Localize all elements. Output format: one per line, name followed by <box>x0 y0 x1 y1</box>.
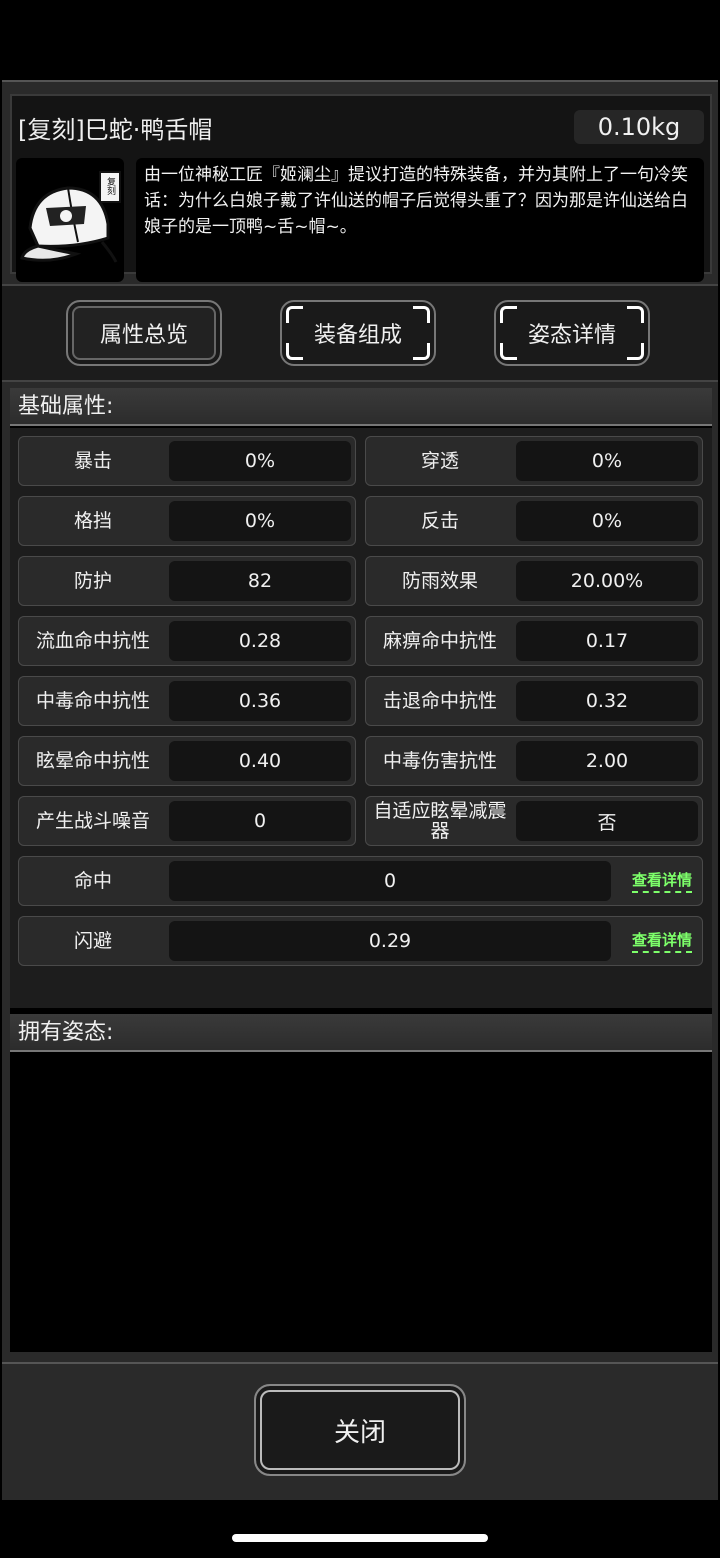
item-title: [复刻]巳蛇·鸭舌帽 <box>18 116 213 144</box>
stat-cell-poison-damage-resist: 中毒伤害抗性 2.00 <box>365 736 703 786</box>
stats-grid: 暴击 0% 穿透 0% 格挡 0% 反击 0% 防护 82 防雨效果 20.00… <box>10 428 712 1008</box>
stat-cell-stun-resist: 眩晕命中抗性 0.40 <box>18 736 356 786</box>
stances-list <box>10 1054 712 1352</box>
tab-attribute-overview[interactable]: 属性总览 <box>66 300 222 366</box>
view-details-link-dodge[interactable]: 查看详情 <box>631 929 692 953</box>
stat-cell-dodge: 闪避 0.29 查看详情 <box>18 916 703 966</box>
tab-label: 姿态详情 <box>527 323 616 348</box>
stat-cell-penetration: 穿透 0% <box>365 436 703 486</box>
stat-cell-knockback-resist: 击退命中抗性 0.32 <box>365 676 703 726</box>
stat-cell-poison-resist: 中毒命中抗性 0.36 <box>18 676 356 726</box>
stat-value: 0.28 <box>169 621 351 661</box>
stat-value: 0% <box>169 441 351 481</box>
stat-value: 0% <box>169 501 351 541</box>
stat-value: 0% <box>516 501 698 541</box>
stances-heading: 拥有姿态: <box>10 1014 712 1052</box>
cap-icon: 复刻 <box>20 171 121 263</box>
stat-label: 闪避 <box>73 930 112 952</box>
stat-label: 麻痹命中抗性 <box>382 630 497 652</box>
view-details-link-hit[interactable]: 查看详情 <box>631 869 692 893</box>
item-header: [复刻]巳蛇·鸭舌帽 0.10kg 复刻 由一位神秘工匠『姬澜尘』提议打造的特殊… <box>10 94 712 282</box>
stat-label: 穿透 <box>420 450 459 472</box>
stat-label: 命中 <box>73 870 112 892</box>
item-weight: 0.10kg <box>574 110 704 144</box>
close-button[interactable]: 关闭 <box>254 1384 466 1476</box>
stat-value: 0% <box>516 441 698 481</box>
basic-attributes-heading: 基础属性: <box>10 388 712 426</box>
stat-value: 2.00 <box>516 741 698 781</box>
stat-cell-rainproof: 防雨效果 20.00% <box>365 556 703 606</box>
stat-label: 中毒命中抗性 <box>35 690 150 712</box>
stat-label: 产生战斗噪音 <box>35 810 150 832</box>
item-detail-panel: [复刻]巳蛇·鸭舌帽 0.10kg 复刻 由一位神秘工匠『姬澜尘』提议打造的特殊… <box>2 80 718 1500</box>
stat-value: 否 <box>516 801 698 841</box>
stat-cell-adaptive-stun-damper: 自适应眩晕减震器 否 <box>365 796 703 846</box>
item-image: 复刻 <box>16 158 124 282</box>
tab-label: 属性总览 <box>99 323 188 348</box>
stat-cell-bleed-resist: 流血命中抗性 0.28 <box>18 616 356 666</box>
stat-label: 流血命中抗性 <box>35 630 150 652</box>
tab-equipment-composition[interactable]: 装备组成 <box>280 300 436 366</box>
stat-value: 0.32 <box>516 681 698 721</box>
item-description: 由一位神秘工匠『姬澜尘』提议打造的特殊装备，并为其附上了一句冷笑话：为什么白娘子… <box>136 158 704 282</box>
stat-value: 82 <box>169 561 351 601</box>
content-area[interactable]: 基础属性: 暴击 0% 穿透 0% 格挡 0% 反击 0% 防护 82 防雨效果… <box>10 388 712 1352</box>
tab-bar: 属性总览 装备组成 姿态详情 <box>2 284 718 382</box>
stat-cell-block: 格挡 0% <box>18 496 356 546</box>
stat-value: 20.00% <box>516 561 698 601</box>
stat-label: 格挡 <box>73 510 112 532</box>
stat-label: 眩晕命中抗性 <box>35 750 150 772</box>
stat-cell-hit: 命中 0 查看详情 <box>18 856 703 906</box>
stat-label: 防雨效果 <box>401 570 478 592</box>
stat-cell-counter: 反击 0% <box>365 496 703 546</box>
stat-label: 中毒伤害抗性 <box>382 750 497 772</box>
stat-cell-paralysis-resist: 麻痹命中抗性 0.17 <box>365 616 703 666</box>
footer-bar: 关闭 <box>2 1362 718 1500</box>
stat-value: 0 <box>169 861 611 901</box>
stat-value: 0.40 <box>169 741 351 781</box>
stat-value: 0.29 <box>169 921 611 961</box>
stat-label: 暴击 <box>73 450 112 472</box>
stat-value: 0.17 <box>516 621 698 661</box>
stat-cell-protection: 防护 82 <box>18 556 356 606</box>
stat-cell-crit: 暴击 0% <box>18 436 356 486</box>
home-indicator[interactable] <box>232 1534 488 1542</box>
stat-label: 反击 <box>420 510 459 532</box>
stat-value: 0.36 <box>169 681 351 721</box>
tab-label: 装备组成 <box>313 323 402 348</box>
stat-cell-combat-noise: 产生战斗噪音 0 <box>18 796 356 846</box>
stat-label: 击退命中抗性 <box>382 690 497 712</box>
stat-label: 自适应眩晕减震器 <box>373 800 507 842</box>
tab-stance-details[interactable]: 姿态详情 <box>494 300 650 366</box>
remake-badge: 复刻 <box>105 176 116 196</box>
stat-value: 0 <box>169 801 351 841</box>
stat-label: 防护 <box>73 570 112 592</box>
